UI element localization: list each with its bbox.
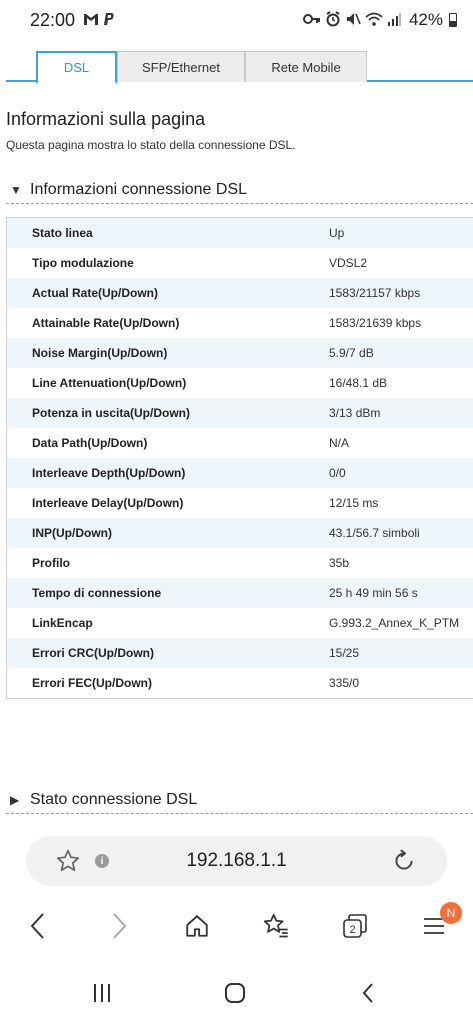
expanded-triangle-icon: ▼ — [10, 182, 22, 197]
row-label: Errori FEC(Up/Down) — [32, 676, 152, 690]
row-label: Data Path(Up/Down) — [32, 436, 148, 450]
alarm-icon — [325, 10, 341, 30]
row-label: INP(Up/Down) — [32, 526, 112, 540]
dsl-info-table: Stato linea Up Tipo modulazione VDSL2 Actu… — [6, 217, 473, 699]
home-button[interactable] — [179, 908, 215, 944]
row-label: Potenza in uscita(Up/Down) — [32, 406, 191, 420]
status-bar: 22:00 42% — [0, 0, 473, 40]
table-row: Tipo modulazione VDSL2 — [7, 248, 473, 278]
tab-dsl[interactable]: DSL — [36, 51, 117, 84]
row-value: 3/13 dBm — [329, 406, 381, 420]
section-info-header[interactable]: ▼ Informazioni connessione DSL — [6, 176, 473, 204]
table-row: Errori CRC(Up/Down) 15/25 — [7, 638, 473, 668]
forward-button[interactable] — [101, 908, 137, 944]
home-icon — [186, 915, 208, 937]
table-row: Profilo 35b — [7, 548, 473, 578]
row-label: Interleave Delay(Up/Down) — [32, 496, 184, 510]
clock: 22:00 — [30, 9, 76, 30]
row-value: G.993.2_Annex_K_PTM — [329, 616, 460, 630]
row-value: 16/48.1 dB — [329, 376, 388, 390]
chevron-right-icon — [113, 913, 127, 939]
tabs-icon: 2 — [343, 914, 367, 938]
notification-badge: N — [440, 902, 462, 924]
row-value: 35b — [329, 556, 350, 570]
section-status-header[interactable]: ▶ Stato connessione DSL — [6, 786, 473, 814]
wifi-icon — [365, 12, 383, 29]
page-description: Questa pagina mostra lo stato della conn… — [6, 138, 296, 152]
row-label: Line Attenuation(Up/Down) — [32, 376, 187, 390]
bookmarks-star-list-icon — [263, 914, 288, 938]
row-value: VDSL2 — [329, 256, 368, 270]
system-nav-bar — [0, 970, 473, 1015]
section-status-title: Stato connessione DSL — [30, 790, 198, 808]
table-row: Attainable Rate(Up/Down) 1583/21639 kbps — [7, 308, 473, 338]
tabs-button[interactable]: 2 — [337, 908, 373, 944]
table-row: Stato linea Up — [7, 218, 473, 248]
bookmarks-button[interactable] — [258, 908, 294, 944]
system-home-icon — [225, 983, 245, 1003]
table-row: Potenza in uscita(Up/Down) 3/13 dBm — [7, 398, 473, 428]
tab-count: 2 — [349, 924, 355, 936]
tab-sfp-ethernet[interactable]: SFP/Ethernet — [117, 51, 245, 82]
signal-icon — [387, 12, 401, 29]
row-value: 25 h 49 min 56 s — [329, 586, 418, 600]
system-back-icon — [362, 983, 373, 1003]
reload-icon[interactable] — [391, 848, 417, 879]
row-value: 1583/21157 kbps — [329, 286, 421, 300]
system-home-button[interactable] — [220, 978, 250, 1008]
row-label: Attainable Rate(Up/Down) — [32, 316, 180, 330]
row-label: Tipo modulazione — [32, 256, 134, 270]
row-value: 12/15 ms — [329, 496, 379, 510]
tab-rete-mobile[interactable]: Rete Mobile — [245, 51, 367, 82]
paypal-icon — [103, 12, 115, 29]
table-row: Interleave Depth(Up/Down) 0/0 — [7, 458, 473, 488]
key-icon — [302, 12, 321, 28]
row-label: Stato linea — [32, 226, 93, 240]
row-label: Errori CRC(Up/Down) — [32, 646, 154, 660]
recents-icon — [94, 984, 110, 1002]
table-row: INP(Up/Down) 43.1/56.7 simboli — [7, 518, 473, 548]
url-text[interactable]: 192.168.1.1 — [26, 850, 447, 872]
mute-icon — [345, 11, 361, 30]
row-value: 43.1/56.7 simboli — [329, 526, 420, 540]
page-title: Informazioni sulla pagina — [6, 109, 206, 129]
row-label: Noise Margin(Up/Down) — [32, 346, 168, 360]
row-value: Up — [329, 226, 345, 240]
table-row: Interleave Delay(Up/Down) 12/15 ms — [7, 488, 473, 518]
row-value: 15/25 — [329, 646, 360, 660]
table-row: Data Path(Up/Down) N/A — [7, 428, 473, 458]
row-label: Profilo — [32, 556, 70, 570]
gmail-icon — [83, 12, 99, 29]
collapsed-triangle-icon: ▶ — [10, 792, 20, 807]
url-bar[interactable]: i 192.168.1.1 — [26, 836, 447, 886]
tab-bar: DSL SFP/Ethernet Rete Mobile — [6, 51, 473, 84]
row-value: 1583/21639 kbps — [329, 316, 422, 330]
table-row: Tempo di connessione 25 h 49 min 56 s — [7, 578, 473, 608]
recents-button[interactable] — [87, 978, 117, 1008]
table-row: Line Attenuation(Up/Down) 16/48.1 dB — [7, 368, 473, 398]
table-row: Noise Margin(Up/Down) 5.9/7 dB — [7, 338, 473, 368]
row-label: LinkEncap — [32, 616, 93, 630]
row-label: Actual Rate(Up/Down) — [32, 286, 158, 300]
row-value: N/A — [329, 436, 350, 450]
battery-level: 42% — [408, 10, 443, 29]
section-info-title: Informazioni connessione DSL — [30, 180, 248, 198]
row-label: Interleave Depth(Up/Down) — [32, 466, 186, 480]
table-row: Errori FEC(Up/Down) 335/0 — [7, 668, 473, 698]
chevron-left-icon — [30, 913, 44, 939]
menu-button[interactable]: N — [416, 902, 462, 944]
back-button[interactable] — [20, 908, 56, 944]
row-value: 335/0 — [329, 676, 360, 690]
table-row: LinkEncap G.993.2_Annex_K_PTM — [7, 608, 473, 638]
row-label: Tempo di connessione — [32, 586, 162, 600]
browser-toolbar: 2 N — [0, 900, 473, 950]
row-value: 5.9/7 dB — [329, 346, 374, 360]
row-value: 0/0 — [329, 466, 346, 480]
battery-icon — [449, 13, 457, 27]
table-row: Actual Rate(Up/Down) 1583/21157 kbps — [7, 278, 473, 308]
system-back-button[interactable] — [353, 978, 383, 1008]
